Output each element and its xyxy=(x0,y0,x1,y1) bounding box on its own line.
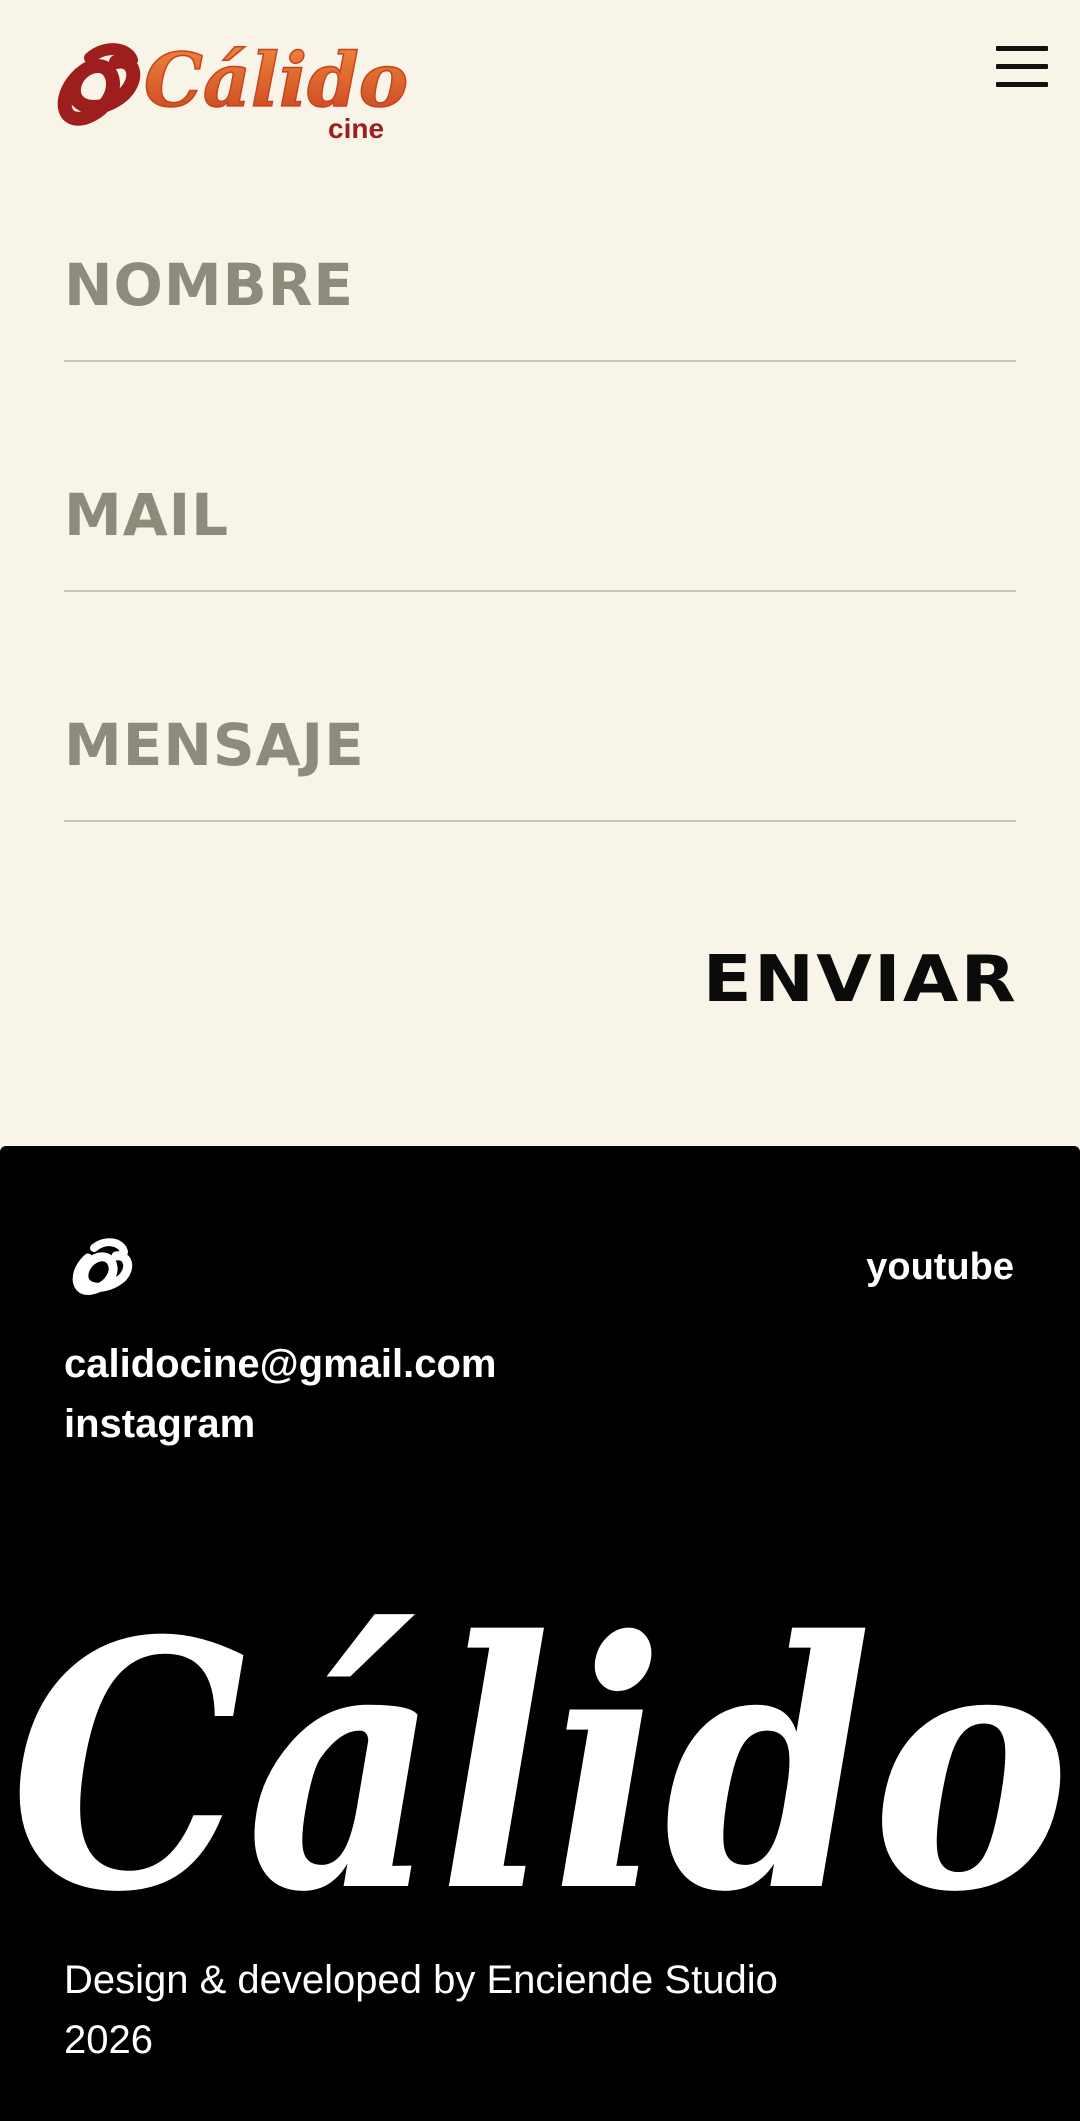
site-footer: youtube calidocine@gmail.com instagram C… xyxy=(0,1146,1080,2121)
contact-form: ENVIAR xyxy=(0,0,1080,1140)
email-field xyxy=(64,470,1016,592)
email-link[interactable]: calidocine@gmail.com xyxy=(64,1342,496,1387)
submit-button[interactable]: ENVIAR xyxy=(595,940,1018,1020)
name-field xyxy=(64,240,1016,362)
message-field xyxy=(64,700,1016,822)
calido-mark-icon[interactable] xyxy=(68,1232,134,1302)
email-input[interactable] xyxy=(64,480,1016,550)
youtube-link[interactable]: youtube xyxy=(866,1246,1014,1289)
credits: Design & developed by Enciende Studio 20… xyxy=(64,1950,778,2070)
instagram-link[interactable]: instagram xyxy=(64,1402,255,1447)
message-input[interactable] xyxy=(64,710,1016,780)
copyright-year: 2026 xyxy=(64,2018,153,2062)
credit-line: Design & developed by Enciende Studio xyxy=(64,1958,778,2002)
footer-wordmark-text: Cálido xyxy=(10,1568,1070,1967)
name-input[interactable] xyxy=(64,250,1016,320)
